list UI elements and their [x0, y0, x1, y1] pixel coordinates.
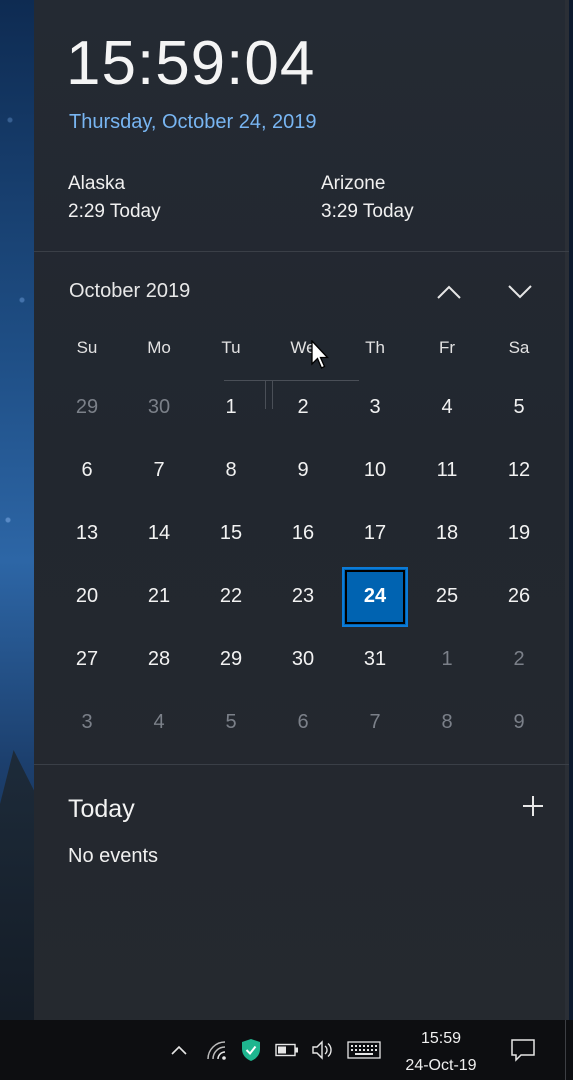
calendar-grid: 29 30 1 2 3 4 5 6 7 8 9 10 11 12 13 14 1…	[51, 376, 555, 754]
calendar-day[interactable]: 21	[123, 565, 195, 628]
timezone-clock-arizone: Arizone 3:29 Today	[321, 170, 414, 226]
calendar-day[interactable]: 15	[195, 502, 267, 565]
keyboard-icon	[347, 1041, 381, 1059]
calendar-day[interactable]: 3	[51, 691, 123, 754]
chevron-down-icon	[508, 285, 532, 299]
weekday-header: Su Mo Tu We Th Fr Sa	[51, 338, 555, 358]
calendar-day[interactable]: 26	[483, 565, 555, 628]
calendar-day[interactable]: 2	[483, 628, 555, 691]
show-hidden-icons-button[interactable]	[168, 1037, 190, 1063]
calendar-day[interactable]: 10	[339, 439, 411, 502]
battery-button[interactable]	[274, 1037, 300, 1063]
weekday-label: Fr	[438, 338, 456, 357]
calendar-day[interactable]: 29	[51, 376, 123, 439]
calendar-day[interactable]: 1	[195, 376, 267, 439]
wallpaper-mountain	[0, 750, 34, 1020]
calendar-day[interactable]: 19	[483, 502, 555, 565]
next-month-button[interactable]	[500, 274, 540, 310]
shield-icon	[242, 1039, 260, 1061]
timezone-name: Arizone	[321, 173, 386, 194]
calendar-day[interactable]: 30	[267, 628, 339, 691]
month-year-header[interactable]: October 2019	[69, 280, 190, 303]
calendar-day[interactable]: 7	[123, 439, 195, 502]
calendar-day[interactable]: 6	[267, 691, 339, 754]
action-center-button[interactable]	[505, 1035, 541, 1065]
calendar-day[interactable]: 4	[411, 376, 483, 439]
calendar-day[interactable]: 3	[339, 376, 411, 439]
calendar-day[interactable]: 7	[339, 691, 411, 754]
chevron-up-icon	[437, 285, 461, 299]
calendar-day[interactable]: 13	[51, 502, 123, 565]
taskbar-date: 24-Oct-19	[405, 1057, 477, 1074]
calendar-day[interactable]: 5	[195, 691, 267, 754]
show-desktop-button[interactable]	[565, 1020, 566, 1080]
weekday-label: Sa	[508, 338, 530, 357]
calendar-day[interactable]: 17	[339, 502, 411, 565]
calendar-day[interactable]: 22	[195, 565, 267, 628]
date-time-flyout: 15:59:04 Thursday, October 24, 2019 Alas…	[34, 0, 569, 1020]
calendar-day[interactable]: 25	[411, 565, 483, 628]
mouse-pointer-icon	[311, 340, 329, 369]
calendar-day[interactable]: 27	[51, 628, 123, 691]
desktop: 15:59:04 Thursday, October 24, 2019 Alas…	[0, 0, 573, 1080]
touch-keyboard-button[interactable]	[346, 1037, 382, 1063]
calendar-day[interactable]: 11	[411, 439, 483, 502]
calendar-day[interactable]: 4	[123, 691, 195, 754]
weekday-label: Tu	[221, 338, 241, 357]
timezone-clock-alaska: Alaska 2:29 Today	[68, 170, 161, 226]
chevron-up-icon	[171, 1045, 187, 1055]
volume-icon	[312, 1040, 332, 1060]
date-link[interactable]: Thursday, October 24, 2019	[69, 111, 317, 134]
calendar-day[interactable]: 6	[51, 439, 123, 502]
timezone-name: Alaska	[68, 173, 126, 194]
agenda-title: Today	[68, 795, 135, 823]
calendar-day[interactable]: 31	[339, 628, 411, 691]
weekday-label: Th	[365, 338, 385, 357]
calendar-day[interactable]: 16	[267, 502, 339, 565]
timezone-time: 3:29 Today	[321, 201, 414, 222]
add-event-button[interactable]	[518, 791, 548, 821]
notification-icon	[511, 1039, 535, 1062]
calendar-day[interactable]: 8	[195, 439, 267, 502]
calendar-day[interactable]: 29	[195, 628, 267, 691]
network-button[interactable]	[204, 1037, 230, 1063]
weekday-label: Mo	[147, 338, 171, 357]
divider	[34, 251, 569, 252]
calendar-day[interactable]: 28	[123, 628, 195, 691]
timezone-time: 2:29 Today	[68, 201, 161, 222]
calendar-day[interactable]: 2	[267, 376, 339, 439]
volume-button[interactable]	[310, 1037, 336, 1063]
weekday-label: Su	[76, 338, 98, 357]
battery-icon	[275, 1043, 298, 1057]
flyout-scroll-edge	[565, 0, 569, 1020]
no-events-text: No events	[68, 845, 159, 867]
calendar-day[interactable]: 30	[123, 376, 195, 439]
calendar-day[interactable]: 12	[483, 439, 555, 502]
calendar-day[interactable]: 9	[483, 691, 555, 754]
taskbar-clock[interactable]: 15:59 24-Oct-19	[397, 1025, 485, 1079]
divider	[34, 764, 569, 765]
plus-icon	[523, 796, 543, 816]
clock-time: 15:59:04	[66, 29, 316, 98]
calendar-day[interactable]: 18	[411, 502, 483, 565]
calendar-day[interactable]: 14	[123, 502, 195, 565]
taskbar-time: 15:59	[420, 1030, 462, 1047]
calendar-day-today[interactable]: 24	[339, 565, 411, 628]
wifi-icon	[207, 1041, 226, 1060]
calendar-day[interactable]: 8	[411, 691, 483, 754]
calendar-day[interactable]: 5	[483, 376, 555, 439]
calendar-day[interactable]: 1	[411, 628, 483, 691]
desktop-wallpaper	[0, 0, 34, 1020]
previous-month-button[interactable]	[429, 274, 469, 310]
today-number: 24	[363, 585, 387, 607]
calendar-day[interactable]: 23	[267, 565, 339, 628]
calendar-day[interactable]: 9	[267, 439, 339, 502]
calendar-day[interactable]: 20	[51, 565, 123, 628]
security-button[interactable]	[240, 1037, 262, 1063]
